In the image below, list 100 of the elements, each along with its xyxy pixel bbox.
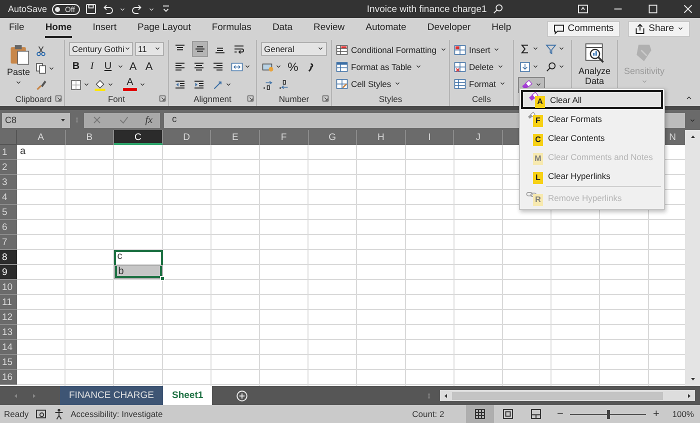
borders-icon[interactable]: [70, 78, 82, 90]
menu-item[interactable]: C Clear Contents: [521, 128, 663, 147]
row-header[interactable]: 13: [0, 325, 17, 340]
ribbon-tab[interactable]: Home: [45, 19, 72, 38]
caret-icon[interactable]: [148, 6, 155, 12]
caret-icon[interactable]: [83, 81, 90, 88]
row-header[interactable]: 11: [0, 295, 17, 310]
column-header[interactable]: C: [114, 130, 163, 145]
column-header[interactable]: A: [17, 130, 66, 145]
paint-bucket-icon[interactable]: [94, 78, 106, 90]
caret-icon[interactable]: [558, 45, 565, 52]
accessibility-status[interactable]: Accessibility: Investigate: [70, 409, 163, 419]
ribbon-tab[interactable]: File: [9, 19, 24, 38]
italic-button[interactable]: I: [85, 61, 99, 72]
font-size-field[interactable]: 11: [135, 42, 164, 56]
caret-icon[interactable]: [275, 63, 282, 70]
name-box[interactable]: C8: [2, 112, 70, 128]
styles-button[interactable]: Format as Table: [336, 59, 445, 74]
menu-item[interactable]: A Clear All: [521, 90, 663, 109]
accessibility-icon[interactable]: [52, 408, 65, 420]
alignment-button[interactable]: [192, 40, 208, 56]
caret-icon[interactable]: [48, 64, 56, 72]
caret-icon[interactable]: [107, 81, 114, 88]
brush-icon[interactable]: [35, 79, 48, 91]
row-header[interactable]: 6: [0, 220, 17, 235]
column-header[interactable]: H: [357, 130, 406, 145]
column-header[interactable]: D: [162, 130, 212, 145]
grow-font-button[interactable]: A: [126, 60, 140, 72]
row-header[interactable]: 7: [0, 235, 17, 250]
menu-item[interactable]: L Clear Hyperlinks: [521, 166, 663, 185]
scroll-right-icon[interactable]: [685, 392, 693, 400]
bold-button[interactable]: B: [69, 61, 83, 72]
row-header[interactable]: 14: [0, 340, 17, 355]
cells-button[interactable]: Insert: [454, 42, 509, 57]
font-name-field[interactable]: Century Gothi: [69, 42, 133, 56]
ribbon-tab[interactable]: Page Layout: [137, 19, 191, 38]
cells-button[interactable]: Format: [454, 76, 509, 91]
close-icon[interactable]: [682, 3, 694, 15]
row-header[interactable]: 1: [0, 145, 17, 160]
fill-handle[interactable]: [160, 276, 165, 281]
caret-icon[interactable]: [139, 81, 146, 88]
row-header[interactable]: 16: [0, 370, 17, 385]
analyze-data-button[interactable]: Analyze Data: [576, 40, 613, 86]
percent-button[interactable]: %: [285, 60, 301, 74]
slider-thumb[interactable]: [607, 410, 610, 418]
dialog-launcher-icon[interactable]: [159, 95, 166, 102]
column-header[interactable]: J: [454, 130, 503, 145]
caret-icon[interactable]: [532, 63, 539, 70]
column-header[interactable]: I: [406, 130, 454, 145]
column-header[interactable]: F: [260, 130, 309, 145]
search-icon[interactable]: [545, 60, 557, 72]
zoom-in-button[interactable]: +: [652, 408, 660, 420]
cell[interactable]: a: [17, 145, 66, 160]
ribbon-tab[interactable]: Developer: [427, 19, 471, 38]
vertical-scrollbar[interactable]: [685, 130, 700, 386]
row-header[interactable]: 10: [0, 280, 17, 295]
ribbon-tab[interactable]: Insert: [92, 19, 116, 38]
redo-icon[interactable]: [130, 3, 143, 15]
row-header[interactable]: 2: [0, 160, 17, 175]
caret-icon[interactable]: [117, 63, 124, 70]
cell[interactable]: c: [114, 250, 163, 265]
caret-icon[interactable]: [118, 6, 126, 12]
collapse-ribbon-icon[interactable]: [685, 94, 693, 102]
scroll-down-icon[interactable]: [688, 375, 696, 383]
save-icon[interactable]: [84, 3, 97, 15]
maximize-icon[interactable]: [647, 3, 659, 15]
sheet-tab[interactable]: FINANCE CHARGE: [60, 386, 163, 405]
column-header[interactable]: G: [308, 130, 358, 145]
caret-icon[interactable]: [558, 63, 565, 70]
scroll-up-icon[interactable]: [688, 133, 696, 141]
expand-icon[interactable]: [689, 116, 696, 124]
dialog-launcher-icon[interactable]: [55, 95, 62, 102]
funnel-icon[interactable]: [545, 42, 557, 54]
ribbon-tab[interactable]: Data: [272, 19, 293, 38]
row-header[interactable]: 15: [0, 355, 17, 370]
decrease-decimal-icon[interactable]: [278, 78, 290, 90]
column-header[interactable]: B: [66, 130, 114, 145]
add-sheet-icon[interactable]: [236, 390, 248, 402]
ribbon-tab[interactable]: Review: [314, 19, 345, 38]
row-header[interactable]: 5: [0, 205, 17, 220]
underline-button[interactable]: U: [101, 61, 115, 72]
cell[interactable]: b: [114, 265, 163, 279]
ribbon-tab[interactable]: Formulas: [212, 19, 252, 38]
sum-icon[interactable]: [519, 42, 531, 54]
view-button[interactable]: [466, 405, 494, 423]
banknote-icon[interactable]: [262, 60, 274, 72]
cells-button[interactable]: Delete: [454, 59, 509, 74]
scissors-icon[interactable]: [35, 45, 48, 57]
search-icon[interactable]: [492, 3, 504, 15]
insert-function-button[interactable]: fx: [145, 114, 153, 126]
dialog-launcher-icon[interactable]: [247, 95, 254, 102]
ribbon-tab[interactable]: Help: [492, 19, 512, 38]
ribbon-tab[interactable]: Automate: [366, 19, 406, 38]
comments-button[interactable]: Comments: [546, 20, 620, 36]
shrink-font-button[interactable]: A: [142, 60, 156, 72]
horizontal-scrollbar[interactable]: [440, 390, 695, 401]
number-format-field[interactable]: General: [261, 42, 327, 56]
ribbon-options-icon[interactable]: [577, 3, 589, 15]
font-color-button[interactable]: A: [123, 78, 137, 91]
row-header[interactable]: 8: [0, 250, 17, 265]
